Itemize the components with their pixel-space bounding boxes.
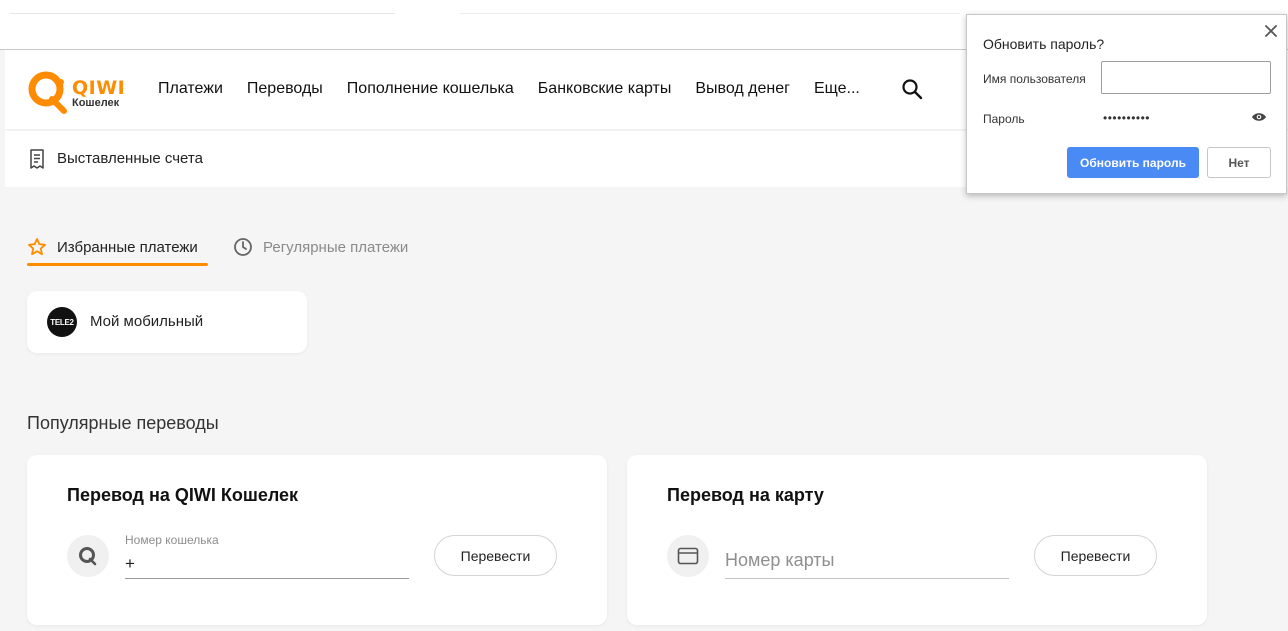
search-icon[interactable]	[901, 78, 923, 100]
qiwi-logo-icon	[28, 71, 67, 114]
password-value: ••••••••••	[1103, 111, 1151, 125]
password-label: Пароль	[983, 112, 1025, 126]
qiwi-icon	[67, 535, 109, 577]
popup-title: Обновить пароль?	[983, 36, 1105, 52]
tele2-logo: TELE2	[47, 307, 77, 337]
receipt-icon	[30, 149, 44, 169]
favorite-payment-card[interactable]: TELE2 Мой мобильный	[27, 291, 307, 353]
nav-item-topup[interactable]: Пополнение кошелька	[347, 80, 514, 98]
nav-item-withdraw[interactable]: Вывод денег	[695, 80, 790, 98]
update-password-popup: Обновить пароль? Имя пользователя Пароль…	[966, 14, 1287, 194]
update-password-button[interactable]: Обновить пароль	[1067, 147, 1199, 178]
popular-transfers-title: Популярные переводы	[27, 413, 219, 433]
tab-favorite-payments[interactable]: Избранные платежи	[27, 236, 198, 258]
nav-item-transfers[interactable]: Переводы	[247, 80, 323, 98]
card-number-input[interactable]: Номер карты	[725, 550, 1009, 579]
tab-label: Избранные платежи	[57, 238, 198, 256]
card-icon	[667, 535, 709, 577]
main-nav: Платежи Переводы Пополнение кошелька Бан…	[158, 80, 860, 98]
tab-label: Регулярные платежи	[263, 238, 409, 256]
active-tab-indicator	[27, 263, 208, 266]
card-title: Перевод на карту	[667, 485, 824, 505]
logo-subtitle: Кошелек	[72, 97, 120, 109]
star-icon	[28, 238, 46, 256]
card-transfer-card: Перевод на карту Номер карты Перевести	[627, 455, 1207, 625]
divider	[10, 13, 395, 14]
nav-item-bank-cards[interactable]: Банковские карты	[538, 80, 672, 98]
clock-icon	[234, 238, 252, 256]
wallet-number-label: Номер кошелька	[125, 533, 219, 547]
qiwi-transfer-card: Перевод на QIWI Кошелек Номер кошелька +…	[27, 455, 607, 625]
favorite-label: Мой мобильный	[90, 313, 204, 330]
transfer-button[interactable]: Перевести	[1034, 535, 1157, 576]
nav-item-more[interactable]: Еще...	[814, 80, 860, 98]
divider	[460, 13, 960, 14]
nav-item-payments[interactable]: Платежи	[158, 80, 223, 98]
wallet-number-input[interactable]: +	[125, 553, 409, 579]
username-input[interactable]	[1101, 61, 1271, 94]
tab-regular-payments[interactable]: Регулярные платежи	[233, 236, 408, 258]
username-label: Имя пользователя	[983, 72, 1086, 86]
eye-icon[interactable]	[1251, 111, 1267, 123]
logo-text: QIWI	[72, 77, 126, 99]
bills-link[interactable]: Выставленные счета	[57, 150, 203, 167]
transfer-button[interactable]: Перевести	[434, 535, 557, 576]
qiwi-logo[interactable]: QIWI Кошелек	[26, 69, 126, 115]
close-icon[interactable]	[1263, 23, 1279, 39]
card-title: Перевод на QIWI Кошелек	[67, 485, 299, 505]
no-button[interactable]: Нет	[1207, 147, 1271, 178]
